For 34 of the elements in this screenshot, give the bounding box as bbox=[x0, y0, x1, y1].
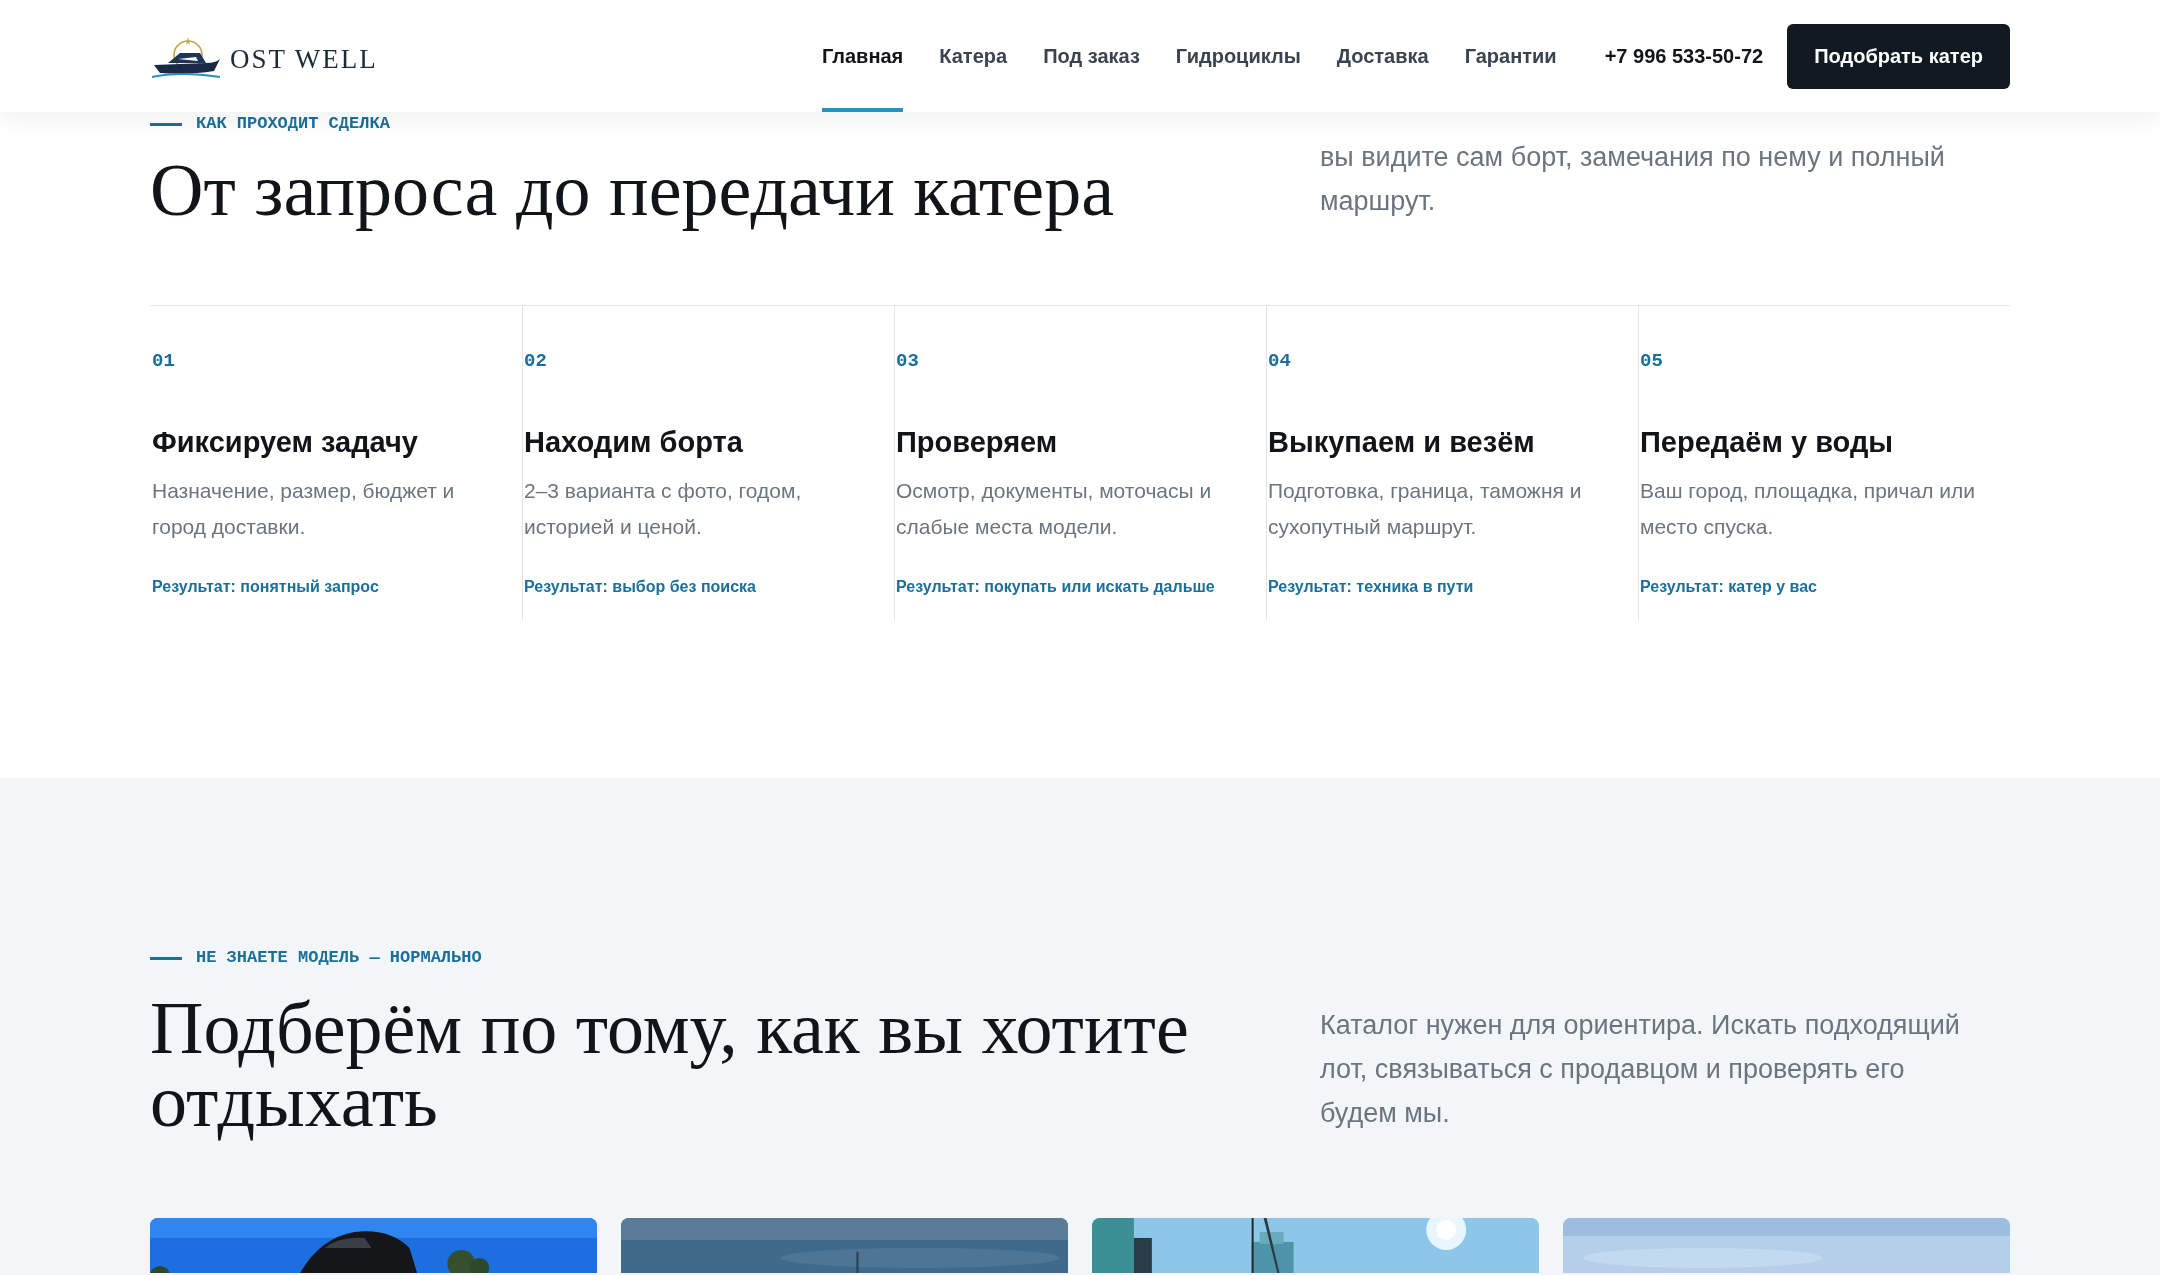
step-number: 05 bbox=[1640, 351, 1664, 371]
step-description: Подготовка, граница, таможня и сухопутный маршрут. bbox=[1268, 478, 1583, 540]
nav-link[interactable]: Катера bbox=[939, 0, 1008, 112]
step-title: Находим борта bbox=[524, 425, 744, 460]
step-result: Результат: выбор без поиска bbox=[524, 577, 757, 597]
section-heading: От запроса до передачи катера bbox=[150, 150, 1116, 230]
step-result: Результат: понятный запрос bbox=[152, 577, 380, 597]
phone-link[interactable]: +7 996 533-50-72 bbox=[1604, 44, 1764, 68]
nav-link[interactable]: Доставка bbox=[1336, 0, 1429, 112]
step-title: Проверяем bbox=[896, 425, 1059, 460]
step-description: 2–3 варианта с фото, годом, историей и ценой. bbox=[524, 478, 803, 540]
nav-link[interactable]: Под заказ bbox=[1043, 0, 1140, 112]
step-result: Результат: катер у вас bbox=[1640, 577, 1818, 597]
section-lead: вы видите сам борт, замечания по нему и полный маршрут. bbox=[1320, 141, 1946, 218]
nav-link[interactable]: Гарантии bbox=[1464, 0, 1557, 112]
step-number: 01 bbox=[152, 351, 176, 371]
step-description: Ваш город, площадка, причал или место спуска. bbox=[1640, 478, 1976, 540]
step-description: Назначение, размер, бюджет и город доставки. bbox=[152, 478, 456, 540]
nav-link[interactable]: Гидроциклы bbox=[1175, 0, 1301, 112]
section-eyebrow: КАК ПРОХОДИТ СДЕЛКА bbox=[196, 114, 390, 134]
step-title: Фиксируем задачу bbox=[152, 425, 419, 460]
step-number: 03 bbox=[896, 351, 920, 371]
section-eyebrow: НЕ ЗНАЕТЕ МОДЕЛЬ — НОРМАЛЬНО bbox=[196, 948, 482, 968]
step-result: Результат: покупать или искать дальше bbox=[896, 577, 1216, 597]
pick-boat-button[interactable]: Подобрать катер bbox=[1787, 23, 2010, 89]
section-lead: Каталог нужен для ориентира. Искать подходящий лот, связываться с продавцом и проверять его будем мы. bbox=[1320, 1009, 1961, 1130]
step-title: Выкупаем и везём bbox=[1268, 425, 1536, 460]
step-description: Осмотр, документы, моточасы и слабые места модели. bbox=[896, 478, 1213, 540]
logo-text[interactable]: OST WELL bbox=[230, 43, 378, 75]
step-result: Результат: техника в пути bbox=[1268, 577, 1475, 597]
step-number: 04 bbox=[1268, 351, 1292, 371]
step-number: 02 bbox=[524, 351, 548, 371]
step-title: Передаём у воды bbox=[1640, 425, 1895, 460]
nav-link[interactable]: Главная bbox=[821, 0, 904, 112]
